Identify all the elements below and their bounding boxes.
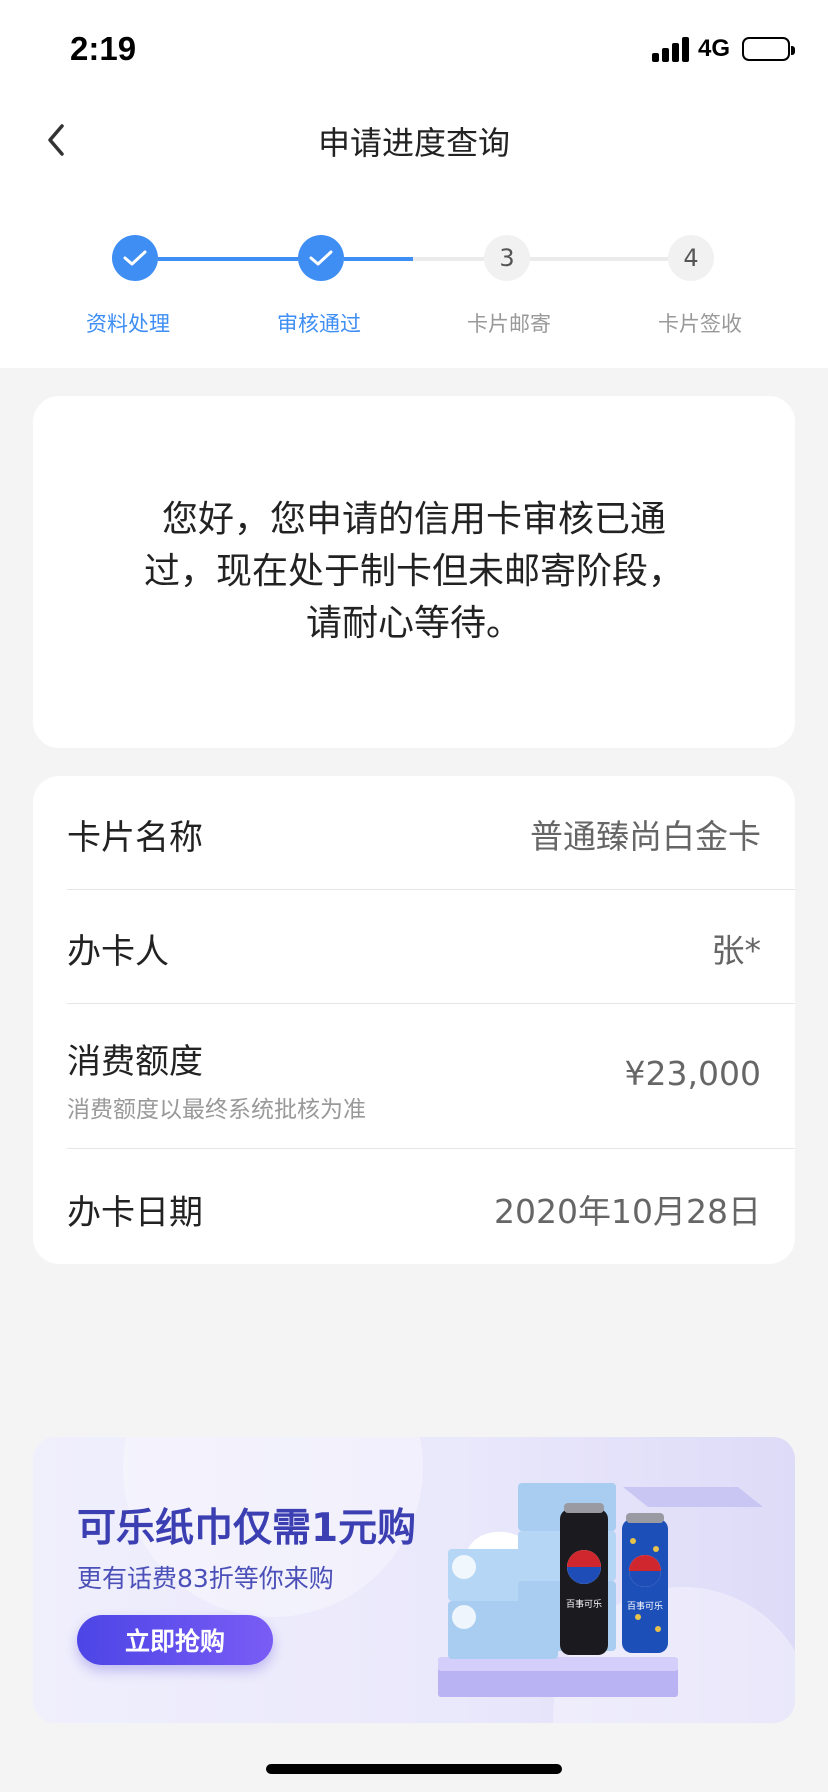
network-type: 4G	[698, 35, 731, 62]
svg-text:百事可乐: 百事可乐	[566, 1598, 602, 1610]
promo-banner[interactable]: 可乐纸巾仅需1元购 更有话费83折等你来购 立即抢购 百事可乐 百事可乐	[33, 1437, 795, 1723]
step-connector	[413, 257, 484, 261]
applicant-label: 办卡人	[67, 932, 169, 972]
step-connector	[530, 257, 668, 261]
status-bar: 2:19 4G	[0, 0, 828, 100]
step-4-label: 卡片签收	[658, 312, 742, 336]
status-time: 2:19	[70, 30, 137, 67]
step-3-number: 3	[484, 235, 530, 281]
limit-value: ¥23,000	[624, 1054, 761, 1093]
status-message: 您好，您申请的信用卡审核已通过，现在处于制卡但未邮寄阶段，请耐心等待。	[143, 499, 684, 644]
cola-can-icon: 百事可乐	[560, 1503, 608, 1655]
page-title: 申请进度查询	[317, 124, 510, 162]
progress-steps: 3 4 资料处理 审核通过 卡片邮寄 卡片签收	[0, 230, 828, 340]
card-name-label: 卡片名称	[67, 818, 203, 858]
cola-can-blue-icon: 百事可乐	[622, 1513, 668, 1653]
banner-subtitle: 更有话费83折等你来购	[77, 1564, 334, 1593]
date-value: 2020年10月28日	[494, 1192, 761, 1231]
signal-icon	[652, 36, 692, 62]
card-details: 卡片名称 普通臻尚白金卡 办卡人 张* 消费额度 消费额度以最终系统批核为准 ¥…	[33, 776, 795, 1264]
step-3-label: 卡片邮寄	[467, 312, 551, 336]
limit-note: 消费额度以最终系统批核为准	[67, 1097, 366, 1123]
buy-now-button[interactable]: 立即抢购	[77, 1615, 273, 1665]
step-1-check-icon	[112, 235, 158, 281]
step-connector	[344, 257, 413, 261]
detail-row-limit: 消费额度 消费额度以最终系统批核为准 ¥23,000	[67, 1004, 795, 1149]
detail-row-card-name: 卡片名称 普通臻尚白金卡	[67, 776, 795, 890]
banner-title: 可乐纸巾仅需1元购	[77, 1506, 417, 1551]
detail-row-applicant: 办卡人 张*	[67, 890, 795, 1004]
applicant-value: 张*	[711, 931, 762, 970]
step-2-label: 审核通过	[277, 312, 361, 336]
card-name-value: 普通臻尚白金卡	[530, 817, 761, 856]
detail-row-date: 办卡日期 2020年10月28日	[67, 1149, 795, 1264]
battery-icon	[742, 37, 795, 61]
home-indicator[interactable]	[266, 1764, 562, 1774]
limit-label: 消费额度	[67, 1042, 203, 1082]
step-connector	[158, 257, 298, 261]
product-illustration: 百事可乐 百事可乐	[438, 1483, 763, 1697]
date-label: 办卡日期	[67, 1193, 203, 1233]
navigation-bar: 申请进度查询	[0, 100, 828, 180]
step-4-number: 4	[668, 235, 714, 281]
svg-text:百事可乐: 百事可乐	[627, 1600, 663, 1612]
step-1-label: 资料处理	[86, 312, 170, 336]
status-message-card: 您好，您申请的信用卡审核已通过，现在处于制卡但未邮寄阶段，请耐心等待。	[33, 396, 795, 748]
step-2-check-icon	[298, 235, 344, 281]
